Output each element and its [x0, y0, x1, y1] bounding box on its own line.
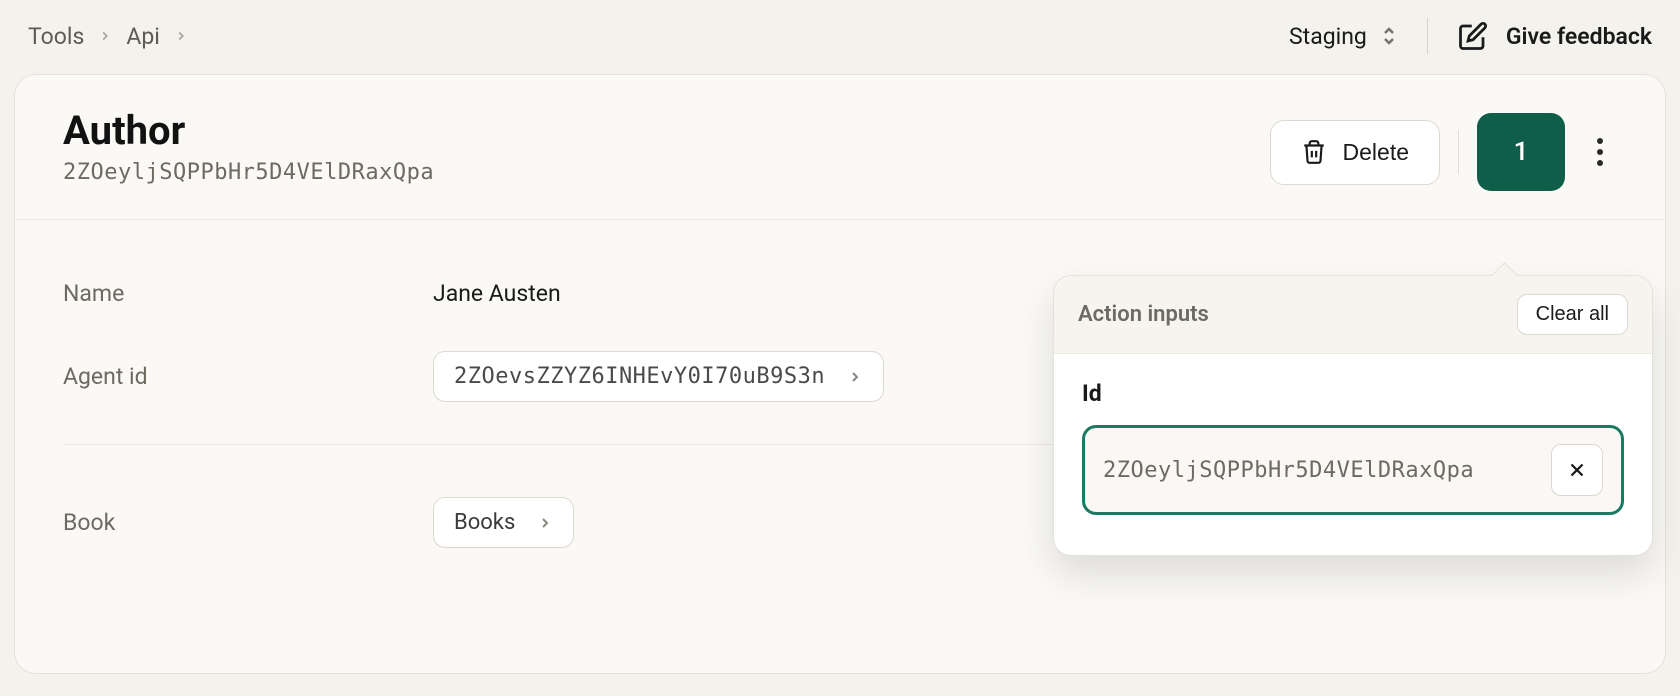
chevron-right-icon: [98, 29, 112, 43]
clear-input-button[interactable]: [1551, 444, 1603, 496]
card-header: Author 2ZOeyljSQPPbHr5D4VElDRaxQpa Delet…: [15, 75, 1665, 220]
chevron-up-down-icon: [1381, 24, 1397, 48]
popover-title: Action inputs: [1078, 302, 1209, 327]
topbar-right: Staging Give feedback: [1289, 18, 1652, 54]
header-actions: Delete 1: [1270, 113, 1617, 191]
badge-count: 1: [1514, 137, 1529, 167]
popover-header: Action inputs Clear all: [1054, 276, 1652, 354]
edit-icon: [1458, 21, 1488, 51]
divider: [1427, 18, 1428, 54]
chevron-right-icon: [537, 515, 553, 531]
page-title: Author: [63, 107, 434, 154]
chevron-right-icon: [174, 29, 188, 43]
title-block: Author 2ZOeyljSQPPbHr5D4VElDRaxQpa: [63, 107, 434, 185]
environment-label: Staging: [1289, 23, 1367, 50]
id-field-label: Id: [1082, 380, 1624, 407]
delete-button[interactable]: Delete: [1270, 120, 1440, 185]
breadcrumb-item-tools[interactable]: Tools: [28, 23, 84, 50]
trash-icon: [1301, 139, 1327, 165]
close-icon: [1566, 459, 1588, 481]
agent-id-link[interactable]: 2ZOevsZZYZ6INHEvY0I70uB9S3n: [433, 351, 884, 402]
environment-selector[interactable]: Staging: [1289, 23, 1397, 50]
clear-all-button[interactable]: Clear all: [1517, 294, 1628, 335]
give-feedback-button[interactable]: Give feedback: [1458, 21, 1652, 51]
feedback-label: Give feedback: [1506, 23, 1652, 50]
field-value-name: Jane Austen: [433, 280, 561, 307]
delete-label: Delete: [1343, 139, 1409, 166]
book-link[interactable]: Books: [433, 497, 574, 548]
breadcrumb: Tools Api: [28, 23, 188, 50]
agent-id-value: 2ZOevsZZYZ6INHEvY0I70uB9S3n: [454, 364, 825, 389]
topbar: Tools Api Staging: [0, 0, 1680, 74]
chevron-right-icon: [847, 369, 863, 385]
divider: [1458, 130, 1459, 174]
action-inputs-popover: Action inputs Clear all Id: [1053, 275, 1653, 556]
more-menu-button[interactable]: [1583, 132, 1617, 172]
page-subtitle-id: 2ZOeyljSQPPbHr5D4VElDRaxQpa: [63, 160, 434, 185]
field-label: Name: [63, 280, 433, 307]
book-value: Books: [454, 510, 515, 535]
detail-card: Author 2ZOeyljSQPPbHr5D4VElDRaxQpa Delet…: [14, 74, 1666, 674]
breadcrumb-item-api[interactable]: Api: [126, 23, 160, 50]
field-label: Agent id: [63, 363, 433, 390]
action-inputs-badge[interactable]: 1: [1477, 113, 1565, 191]
field-label: Book: [63, 509, 433, 536]
id-input[interactable]: [1103, 458, 1537, 483]
id-input-wrap: [1082, 425, 1624, 515]
popover-body: Id: [1054, 354, 1652, 555]
